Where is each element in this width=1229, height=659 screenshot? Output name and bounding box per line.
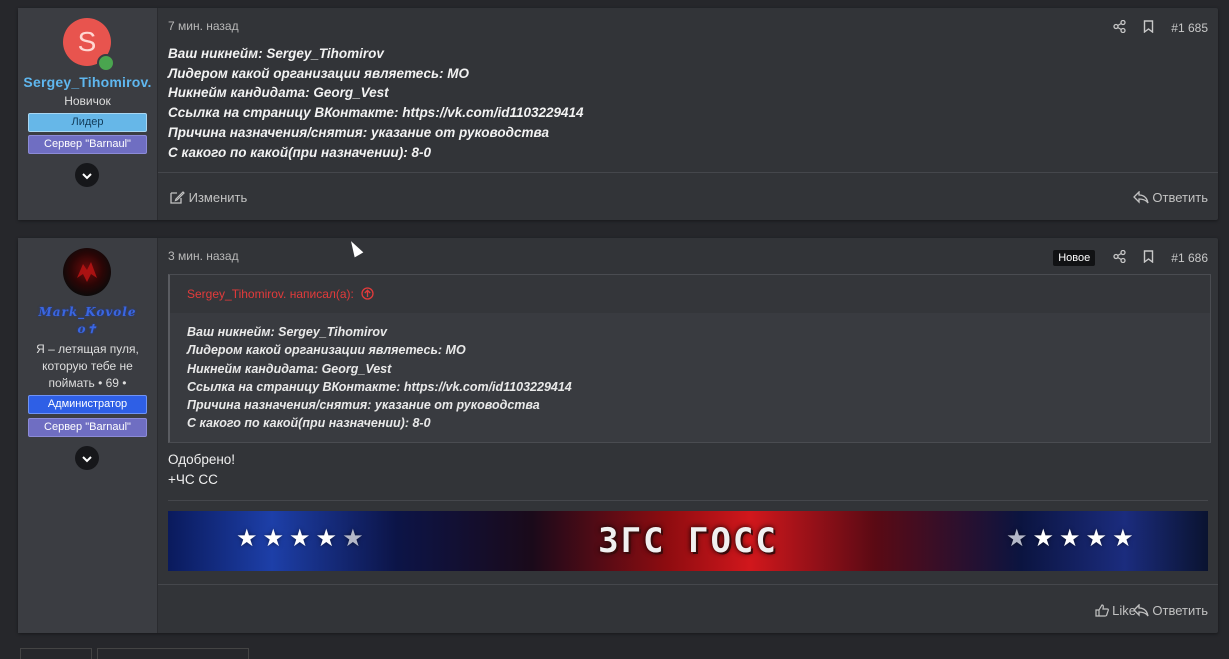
quote-line: Причина назначения/снятия: указание от р… <box>187 398 540 413</box>
user-badge-server: Сервер "Barnaul" <box>28 135 147 154</box>
username-line: o✝ <box>77 322 98 336</box>
post-number[interactable]: #1 686 <box>1171 251 1208 265</box>
post-actions: #1 685 <box>1099 19 1208 36</box>
reply-text: Одобрено! +ЧС СС <box>168 450 235 490</box>
post-main: 3 мин. назад Новое #1 686 Sergey_Tihomir… <box>158 238 1218 633</box>
post-line: Никнейм кандидата: Georg_Vest <box>168 85 389 101</box>
quote-line: Никнейм кандидата: Georg_Vest <box>187 361 392 376</box>
quote-body: Ваш никнейм: Sergey_Tihomirov Лидером ка… <box>187 323 572 433</box>
post-line: Причина назначения/снятия: указание от р… <box>168 124 549 140</box>
user-badge-server: Сервер "Barnaul" <box>28 418 147 437</box>
user-title-line: Я – летящая пуля, <box>36 342 139 356</box>
quote-block: Sergey_Tihomirov. написал(а): Ваш никней… <box>168 274 1211 443</box>
user-badge-leader: Лидер <box>28 113 147 132</box>
quote-line: Ваш никнейм: Sergey_Tihomirov <box>187 325 387 339</box>
footer-divider <box>158 172 1218 173</box>
post-main: 7 мин. назад #1 685 Ваш никнейм: Sergey_… <box>158 8 1218 220</box>
pagination-stub[interactable] <box>20 648 92 659</box>
user-column: Mark_Kovole o✝ Я – летящая пуля, которую… <box>18 238 158 633</box>
quote-line: Ссылка на страницу ВКонтакте: https://vk… <box>187 379 572 394</box>
post-time[interactable]: 7 мин. назад <box>168 19 239 33</box>
reply-label: Ответить <box>1152 190 1208 205</box>
user-title-line: которую тебе не <box>42 359 133 373</box>
username[interactable]: Mark_Kovole o✝ <box>22 304 153 338</box>
quote-author[interactable]: Sergey_Tihomirov. написал(а): <box>187 287 354 301</box>
share-icon[interactable] <box>1112 19 1126 36</box>
arrow-up-circle-icon[interactable] <box>361 287 374 300</box>
reply-line: Одобрено! <box>168 452 236 467</box>
stars-right: ★★★★★ <box>1006 525 1139 552</box>
reply-label: Ответить <box>1152 603 1208 618</box>
quote-header[interactable]: Sergey_Tihomirov. написал(а): <box>170 275 1210 313</box>
chevron-down-icon[interactable] <box>75 163 99 187</box>
new-badge: Новое <box>1053 250 1096 266</box>
like-icon <box>1094 604 1109 617</box>
user-title: Я – летящая пуля, которую тебе не поймат… <box>18 341 157 392</box>
chevron-down-icon[interactable] <box>75 446 99 470</box>
footer-divider <box>158 584 1218 585</box>
post-1686: Mark_Kovole o✝ Я – летящая пуля, которую… <box>18 238 1218 633</box>
post-line: Ссылка на страницу ВКонтакте: https://vk… <box>168 105 584 121</box>
bookmark-icon[interactable] <box>1143 20 1154 36</box>
post-line: Ваш никнейм: Sergey_Tihomirov <box>168 46 384 61</box>
post-actions: Новое #1 686 <box>1039 249 1208 266</box>
user-badge-admin: Администратор <box>28 395 147 414</box>
edit-icon <box>170 191 185 204</box>
user-column: S Sergey_Tihomirov. Новичок Лидер Сервер… <box>18 8 158 220</box>
post-body: Ваш никнейм: Sergey_Tihomirov Лидером ка… <box>168 44 584 162</box>
reply-button[interactable]: Ответить <box>1132 190 1208 205</box>
post-line: С какого по какой(при назначении): 8-0 <box>168 144 432 160</box>
like-button[interactable]: Like <box>1094 603 1136 618</box>
post-time[interactable]: 3 мин. назад <box>168 249 239 263</box>
edit-button[interactable]: Изменить <box>170 190 247 205</box>
reply-line: +ЧС СС <box>168 472 218 487</box>
pagination-stub[interactable] <box>97 648 249 659</box>
reply-icon <box>1132 190 1149 204</box>
signature-divider <box>168 500 1208 501</box>
reply-button[interactable]: Ответить <box>1132 603 1208 618</box>
post-line: Лидером какой организации являетесь: МО <box>168 65 469 81</box>
signature-banner: ★★★★★ ЗГС ГОСС ★★★★★ <box>168 511 1208 571</box>
reply-icon <box>1132 603 1149 617</box>
post-number[interactable]: #1 685 <box>1171 21 1208 35</box>
user-title: Новичок <box>64 94 111 108</box>
edit-label: Изменить <box>188 190 248 205</box>
user-title-line: поймать • 69 • <box>48 376 127 390</box>
quote-line: С какого по какой(при назначении): 8-0 <box>187 416 431 431</box>
share-icon[interactable] <box>1112 249 1126 266</box>
username-line: Mark_Kovole <box>38 305 137 319</box>
username[interactable]: Sergey_Tihomirov. <box>18 74 157 90</box>
quote-line: Лидером какой организации являетесь: МО <box>187 343 466 358</box>
bookmark-icon[interactable] <box>1143 250 1154 266</box>
avatar[interactable] <box>63 248 111 296</box>
online-icon <box>97 54 115 72</box>
post-1685: S Sergey_Tihomirov. Новичок Лидер Сервер… <box>18 8 1218 220</box>
